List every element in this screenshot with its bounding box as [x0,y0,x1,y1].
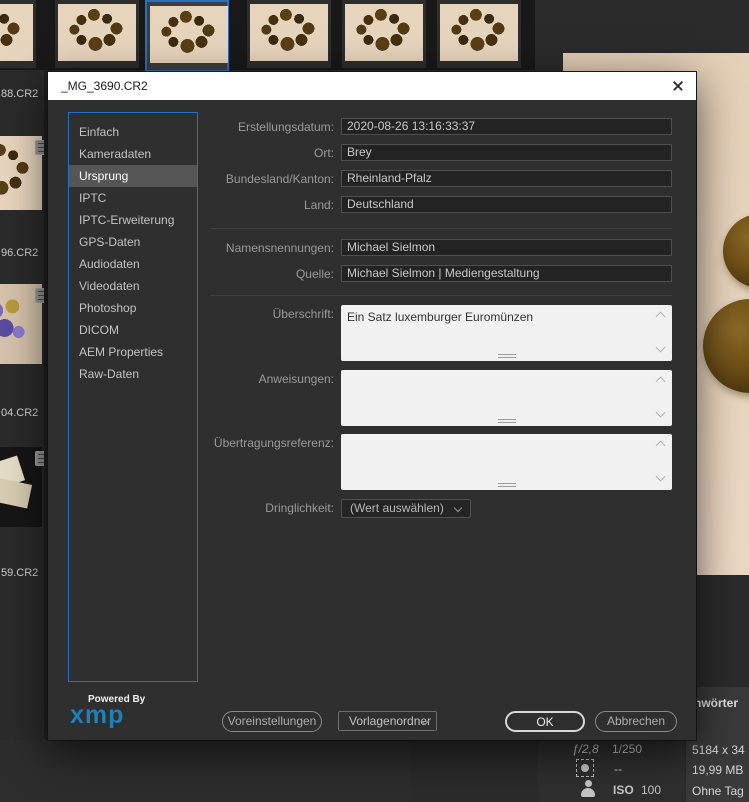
coin-photo-thumbnail [250,4,328,61]
xmp-logo: xmp [70,701,125,729]
scroll-down-icon[interactable] [655,471,666,482]
keywords-panel-header: hwörter [694,696,739,710]
chevron-down-icon [453,503,463,513]
divider [210,295,672,296]
scroll-down-icon[interactable] [655,407,666,418]
dialog-titlebar: _MG_3690.CR2 [48,72,696,100]
filmstrip [0,0,535,72]
credit-label: Namensnennungen: [225,241,334,255]
dialog-title: _MG_3690.CR2 [61,79,148,93]
filmstrip-thumbnail[interactable] [55,0,139,68]
presets-button[interactable]: Voreinstellungen [222,711,322,732]
aperture-value: ƒ/2,8 [572,742,599,756]
sidebar-item-aem-properties[interactable]: AEM Properties [69,341,197,363]
ok-button[interactable]: OK [505,711,585,732]
coin-photo-thumbnail [58,4,136,61]
template-folder-dropdown[interactable]: Vorlagenordner [338,711,437,731]
sidebar-item-audiodaten[interactable]: Audiodaten [69,253,197,275]
resize-grip[interactable] [497,419,516,423]
headline-textarea[interactable]: Ein Satz luxemburger Euromünzen [341,305,672,361]
creation-date-label: Erstellungsdatum: [237,120,334,134]
coin-photo-thumbnail [0,4,33,61]
source-label: Quelle: [295,267,334,281]
metering-value: -- [614,762,622,776]
transmission-ref-label: Übertragungsreferenz: [213,436,334,450]
sidebar-item-photoshop[interactable]: Photoshop [69,297,197,319]
urgency-select[interactable]: (Wert auswählen) [341,499,471,518]
sidebar-item-raw-daten[interactable]: Raw-Daten [69,363,197,385]
headline-text: Ein Satz luxemburger Euromünzen [347,310,534,324]
coin-photo-thumbnail [440,4,518,61]
filmstrip-thumbnail[interactable] [247,0,331,68]
scroll-down-icon[interactable] [655,342,666,353]
state-label: Bundesland/Kanton: [225,172,334,186]
file-name-label: 88.CR2 [1,88,39,100]
country-field[interactable]: Deutschland [341,196,672,213]
source-field[interactable]: Michael Sielmon | Mediengestaltung [341,265,672,282]
scroll-up-icon[interactable] [655,376,666,387]
filmstrip-thumbnail[interactable] [0,0,36,68]
coin-image [703,299,749,393]
content-panel [0,740,410,802]
person-icon [580,780,596,797]
state-field[interactable]: Rheinland-Pfalz [341,170,672,187]
coin-photo-thumbnail [345,4,423,61]
country-label: Land: [303,198,334,212]
dialog-sidebar: Einfach Kameradaten Ursprung IPTC IPTC-E… [68,112,198,682]
sidebar-item-iptc-erweiterung[interactable]: IPTC-Erweiterung [69,209,197,231]
sidebar-item-einfach[interactable]: Einfach [69,121,197,143]
tag-status: Ohne Tag [692,784,744,798]
urgency-label: Dringlichkeit: [265,501,334,515]
filmstrip-thumbnail[interactable] [437,0,521,68]
close-icon[interactable] [671,79,685,93]
iso-value: 100 [641,783,662,797]
instructions-textarea[interactable] [341,370,672,426]
credit-field[interactable]: Michael Sielmon [341,239,672,256]
resize-grip[interactable] [497,354,516,358]
filmstrip-thumbnail[interactable] [342,0,426,68]
scroll-up-icon[interactable] [655,440,666,451]
resize-grip[interactable] [497,483,516,487]
headline-label: Überschrift: [272,307,334,321]
sidebar-item-kameradaten[interactable]: Kameradaten [69,143,197,165]
file-name-label: 04.CR2 [1,407,39,419]
divider [210,228,672,229]
shutter-speed-value: 1/250 [612,742,643,756]
sidebar-item-videodaten[interactable]: Videodaten [69,275,197,297]
sidebar-item-ursprung[interactable]: Ursprung [69,165,197,187]
coin-image [723,214,749,288]
camera-metadata-placard: ƒ/2,8 1/250 -- ISO 100 [538,740,685,802]
city-field[interactable]: Brey [341,144,672,161]
file-size: 19,99 MB [692,763,744,777]
sidebar-item-gps-daten[interactable]: GPS-Daten [69,231,197,253]
creation-date-field[interactable]: 2020-08-26 13:16:33:37 [341,118,672,135]
instructions-label: Anweisungen: [258,372,334,386]
city-label: Ort: [314,146,334,160]
file-info-dialog: _MG_3690.CR2 Einfach Kameradaten Ursprun… [48,72,696,740]
sidebar-item-dicom[interactable]: DICOM [69,319,197,341]
app-background: 88.CR2 96.CR2 04.CR2 59.CR2 hwörter ƒ/2,… [0,0,749,802]
image-dimensions: 5184 x 34 [692,743,745,757]
file-name-label: 59.CR2 [1,567,39,579]
sidebar-item-iptc[interactable]: IPTC [69,187,197,209]
scroll-up-icon[interactable] [655,311,666,322]
urgency-selected-value: (Wert auswählen) [350,501,444,515]
iso-label: ISO [613,783,634,797]
transmission-ref-textarea[interactable] [341,434,672,490]
template-folder-label: Vorlagenordner [349,714,432,728]
metering-mode-icon [576,759,594,777]
file-name-label: 96.CR2 [1,247,39,259]
filmstrip-thumbnail-selected[interactable] [145,0,229,72]
cancel-button[interactable]: Abbrechen [595,711,677,732]
coin-photo-thumbnail [150,6,228,63]
